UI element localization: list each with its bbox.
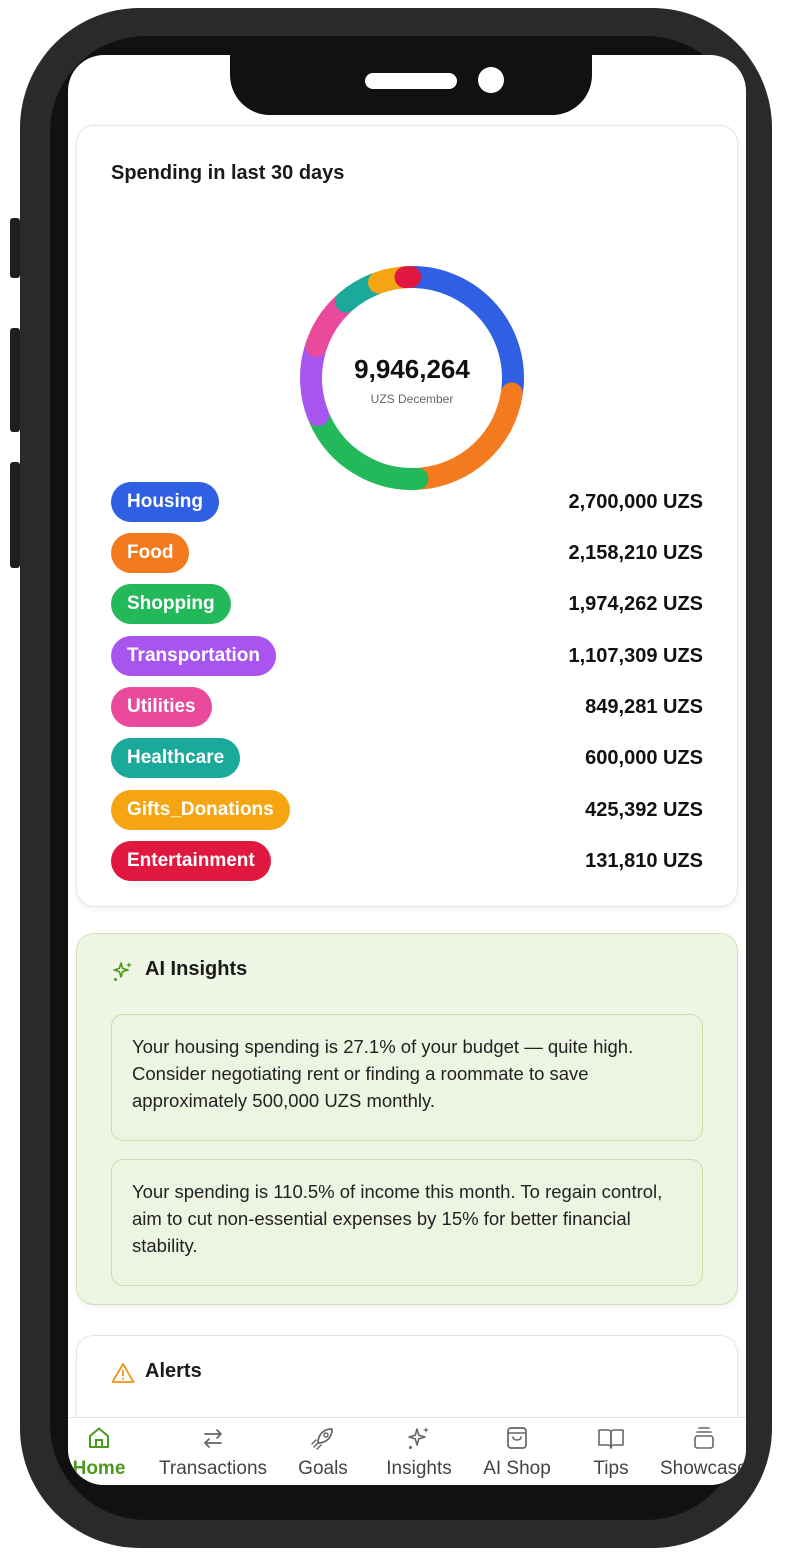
bag-icon: [507, 1427, 527, 1449]
spending-card: Spending in last 30 days 9,946,264 UZS D…: [76, 125, 738, 907]
category-pill[interactable]: Shopping: [111, 584, 231, 624]
ai-insights-title: AI Insights: [145, 958, 248, 980]
category-pill[interactable]: Food: [111, 533, 190, 573]
insight-item: Your housing spending is 27.1% of your b…: [111, 1014, 703, 1141]
ai-insights-card: AI Insights Your housing spending is 27.…: [76, 933, 738, 1305]
home-icon: [89, 1427, 109, 1448]
donut-segment: [308, 407, 429, 490]
donut-segment: [300, 338, 330, 427]
nav-home[interactable]: Home: [68, 1424, 132, 1480]
category-row: Housing 2,700,000 UZS: [111, 482, 703, 522]
nav-showcase[interactable]: Showcase: [660, 1424, 746, 1480]
nav-label: Insights: [386, 1458, 452, 1479]
nav-label: Home: [72, 1458, 126, 1479]
nav-tips[interactable]: Tips: [576, 1424, 646, 1480]
nav-ai-shop[interactable]: AI Shop: [472, 1424, 562, 1480]
category-pill[interactable]: Transportation: [111, 636, 277, 676]
alerts-title: Alerts: [145, 1360, 202, 1382]
sparkles-icon: [408, 1427, 429, 1449]
category-amount: 600,000 UZS: [585, 747, 703, 769]
nav-insights[interactable]: Insights: [374, 1424, 464, 1480]
category-row: Entertainment 131,810 UZS: [111, 841, 703, 881]
stack-icon: [694, 1427, 714, 1449]
category-row: Transportation 1,107,309 UZS: [111, 636, 703, 676]
nav-label: Transactions: [158, 1458, 268, 1479]
category-row: Shopping 1,974,262 UZS: [111, 584, 703, 624]
donut-segment: [305, 293, 355, 357]
phone-notch: [230, 55, 592, 115]
category-row: Food 2,158,210 UZS: [111, 533, 703, 573]
spending-title: Spending in last 30 days: [111, 162, 345, 184]
category-pill[interactable]: Entertainment: [111, 841, 271, 881]
book-icon: [598, 1429, 624, 1449]
category-amount: 131,810 UZS: [585, 850, 703, 872]
category-amount: 849,281 UZS: [585, 696, 703, 718]
category-amount: 1,974,262 UZS: [568, 593, 703, 615]
category-pill[interactable]: Housing: [111, 482, 219, 522]
donut-caption: UZS December: [371, 392, 454, 406]
phone-volume-up-button: [10, 328, 20, 432]
category-amount: 425,392 UZS: [585, 799, 703, 821]
donut-segment: [410, 382, 523, 490]
arrows-icon: [204, 1429, 222, 1448]
category-row: Gifts_Donations 425,392 UZS: [111, 790, 703, 830]
nav-label: Tips: [593, 1458, 629, 1479]
category-amount: 1,107,309 UZS: [568, 645, 703, 667]
phone-volume-down-button: [10, 462, 20, 568]
nav-label: Showcase: [660, 1458, 746, 1479]
sparkles-icon: [113, 962, 132, 981]
nav-label: AI Shop: [483, 1458, 551, 1479]
category-amount: 2,700,000 UZS: [568, 491, 703, 513]
category-pill[interactable]: Utilities: [111, 687, 212, 727]
nav-goals[interactable]: Goals: [290, 1424, 356, 1480]
nav-label: Goals: [298, 1458, 348, 1479]
phone-side-button: [10, 218, 20, 278]
bottom-nav: Home Transactions Goals Insights AI Shop…: [68, 1417, 746, 1485]
notch-camera: [478, 67, 504, 93]
category-row: Healthcare 600,000 UZS: [111, 738, 703, 778]
insight-item: Your spending is 110.5% of income this m…: [111, 1159, 703, 1286]
nav-transactions[interactable]: Transactions: [148, 1424, 278, 1480]
category-pill[interactable]: Gifts_Donations: [111, 790, 290, 830]
category-pill[interactable]: Healthcare: [111, 738, 241, 778]
category-amount: 2,158,210 UZS: [568, 542, 703, 564]
rocket-icon: [311, 1428, 333, 1450]
notch-speaker: [365, 73, 457, 89]
donut-total: 9,946,264: [354, 354, 470, 384]
app-screen: Spending in last 30 days 9,946,264 UZS D…: [68, 55, 746, 1485]
warning-icon: [111, 1363, 135, 1383]
category-row: Utilities 849,281 UZS: [111, 687, 703, 727]
